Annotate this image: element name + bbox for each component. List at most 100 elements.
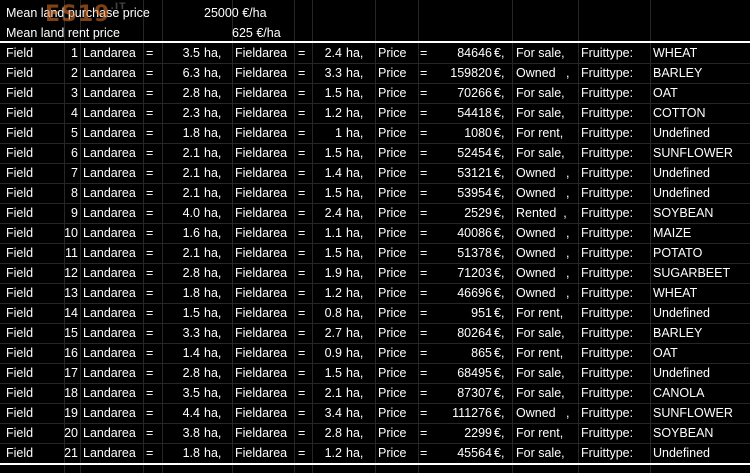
cell-eq3: = bbox=[420, 206, 428, 220]
cell-land: Landarea bbox=[83, 346, 136, 360]
cell-num: 2 bbox=[71, 66, 78, 80]
cell-fruit-lbl: Fruittype: bbox=[581, 146, 634, 160]
cell-fld: Fieldarea bbox=[235, 46, 288, 60]
cell-ha1: ha, bbox=[204, 146, 222, 160]
cell-status: For rent, bbox=[516, 126, 564, 140]
cell-ha1: ha, bbox=[204, 406, 222, 420]
cell-ha2: ha, bbox=[346, 426, 364, 440]
cell-status: For sale, bbox=[516, 86, 565, 100]
cell-eq2: = bbox=[298, 126, 306, 140]
cell-price: 84646 bbox=[457, 46, 492, 60]
cell-eq3: = bbox=[420, 106, 428, 120]
spreadsheet: Mean land purchase price 25000 €/ha Mean… bbox=[0, 0, 750, 473]
cell-price-lbl: Price bbox=[378, 426, 407, 440]
cell-fld: Fieldarea bbox=[235, 346, 288, 360]
cell-land: Landarea bbox=[83, 146, 136, 160]
cell-status: For rent, bbox=[516, 306, 564, 320]
cell-num: 14 bbox=[64, 306, 78, 320]
cell-ha1: ha, bbox=[204, 446, 222, 460]
cell-num: 20 bbox=[64, 426, 78, 440]
cell-eq2: = bbox=[298, 426, 306, 440]
cell-fruit-lbl: Fruittype: bbox=[581, 206, 634, 220]
cell-ha2: ha, bbox=[346, 366, 364, 380]
cell-ha1: ha, bbox=[204, 66, 222, 80]
cell-eur: €, bbox=[494, 146, 505, 160]
cell-field: Field bbox=[6, 406, 34, 420]
cell-eq1: = bbox=[146, 366, 154, 380]
cell-eur: €, bbox=[494, 126, 505, 140]
cell-price: 87307 bbox=[457, 386, 492, 400]
cell-fld: Fieldarea bbox=[235, 206, 288, 220]
cell-fld: Fieldarea bbox=[235, 326, 288, 340]
cell-ha2: ha, bbox=[346, 286, 364, 300]
table-row: Field 3 Landarea = 2.8 ha, Fieldarea = 1.5 ha, Pri… bbox=[0, 83, 750, 103]
cell-ha2: ha, bbox=[346, 166, 364, 180]
table-row: Field 2 Landarea = 6.3 ha, Fieldarea = 3.3 ha, Pri… bbox=[0, 63, 750, 83]
cell-fruit-lbl: Fruittype: bbox=[581, 126, 634, 140]
cell-fld: Fieldarea bbox=[235, 146, 288, 160]
cell-eq3: = bbox=[420, 166, 428, 180]
cell-eq3: = bbox=[420, 326, 428, 340]
cell-field: Field bbox=[6, 86, 34, 100]
cell-ha1: ha, bbox=[204, 186, 222, 200]
cell-fruit-lbl: Fruittype: bbox=[581, 386, 634, 400]
cell-fld: Fieldarea bbox=[235, 166, 288, 180]
cell-ha1: ha, bbox=[204, 426, 222, 440]
cell-status: For sale, bbox=[516, 446, 565, 460]
cell-eq1: = bbox=[146, 386, 154, 400]
cell-eq2: = bbox=[298, 166, 306, 180]
cell-eur: €, bbox=[494, 266, 505, 280]
cell-price-lbl: Price bbox=[378, 386, 407, 400]
cell-land: Landarea bbox=[83, 426, 136, 440]
cell-land: Landarea bbox=[83, 166, 136, 180]
cell-fruit-lbl: Fruittype: bbox=[581, 246, 634, 260]
cell-price-lbl: Price bbox=[378, 66, 407, 80]
cell-num: 6 bbox=[71, 146, 78, 160]
cell-ha2: ha, bbox=[346, 206, 364, 220]
cell-land-val: 4.0 bbox=[182, 206, 200, 220]
cell-fld-val: 1.2 bbox=[324, 286, 342, 300]
table-row: Field 5 Landarea = 1.8 ha, Fieldarea = 1 ha, Price… bbox=[0, 123, 750, 143]
cell-land-val: 1.8 bbox=[182, 286, 200, 300]
cell-ha2: ha, bbox=[346, 306, 364, 320]
table-row: Field 14 Landarea = 1.5 ha, Fieldarea = 0.8 ha, Pr… bbox=[0, 303, 750, 323]
cell-eq2: = bbox=[298, 66, 306, 80]
cell-price-lbl: Price bbox=[378, 126, 407, 140]
cell-land-val: 1.6 bbox=[182, 226, 200, 240]
cell-ha2: ha, bbox=[346, 86, 364, 100]
table-row: Field 12 Landarea = 2.8 ha, Fieldarea = 1.9 ha, Pr… bbox=[0, 263, 750, 283]
cell-price: 1080 bbox=[464, 126, 492, 140]
cell-ha2: ha, bbox=[346, 406, 364, 420]
cell-fruit-lbl: Fruittype: bbox=[581, 346, 634, 360]
cell-fruit-lbl: Fruittype: bbox=[581, 406, 634, 420]
cell-eq1: = bbox=[146, 126, 154, 140]
cell-eq3: = bbox=[420, 446, 428, 460]
cell-land: Landarea bbox=[83, 106, 136, 120]
cell-eq3: = bbox=[420, 346, 428, 360]
cell-price: 159820 bbox=[450, 66, 492, 80]
cell-fruit: SUNFLOWER bbox=[653, 146, 733, 160]
cell-status: For sale, bbox=[516, 106, 565, 120]
cell-field: Field bbox=[6, 266, 34, 280]
cell-ha1: ha, bbox=[204, 286, 222, 300]
cell-num: 18 bbox=[64, 386, 78, 400]
cell-eq3: = bbox=[420, 226, 428, 240]
cell-eur: €, bbox=[494, 366, 505, 380]
cell-status: Owned , bbox=[516, 406, 570, 420]
cell-ha1: ha, bbox=[204, 226, 222, 240]
cell-eur: €, bbox=[494, 306, 505, 320]
cell-price-lbl: Price bbox=[378, 266, 407, 280]
cell-fld: Fieldarea bbox=[235, 306, 288, 320]
cell-ha2: ha, bbox=[346, 106, 364, 120]
cell-ha2: ha, bbox=[346, 226, 364, 240]
cell-price: 71203 bbox=[457, 266, 492, 280]
cell-status: Owned , bbox=[516, 166, 570, 180]
cell-eq2: = bbox=[298, 86, 306, 100]
cell-land: Landarea bbox=[83, 366, 136, 380]
cell-land: Landarea bbox=[83, 246, 136, 260]
cell-price-lbl: Price bbox=[378, 246, 407, 260]
cell-land-val: 2.8 bbox=[182, 86, 200, 100]
cell-eq3: = bbox=[420, 126, 428, 140]
cell-fld: Fieldarea bbox=[235, 406, 288, 420]
cell-eq1: = bbox=[146, 146, 154, 160]
